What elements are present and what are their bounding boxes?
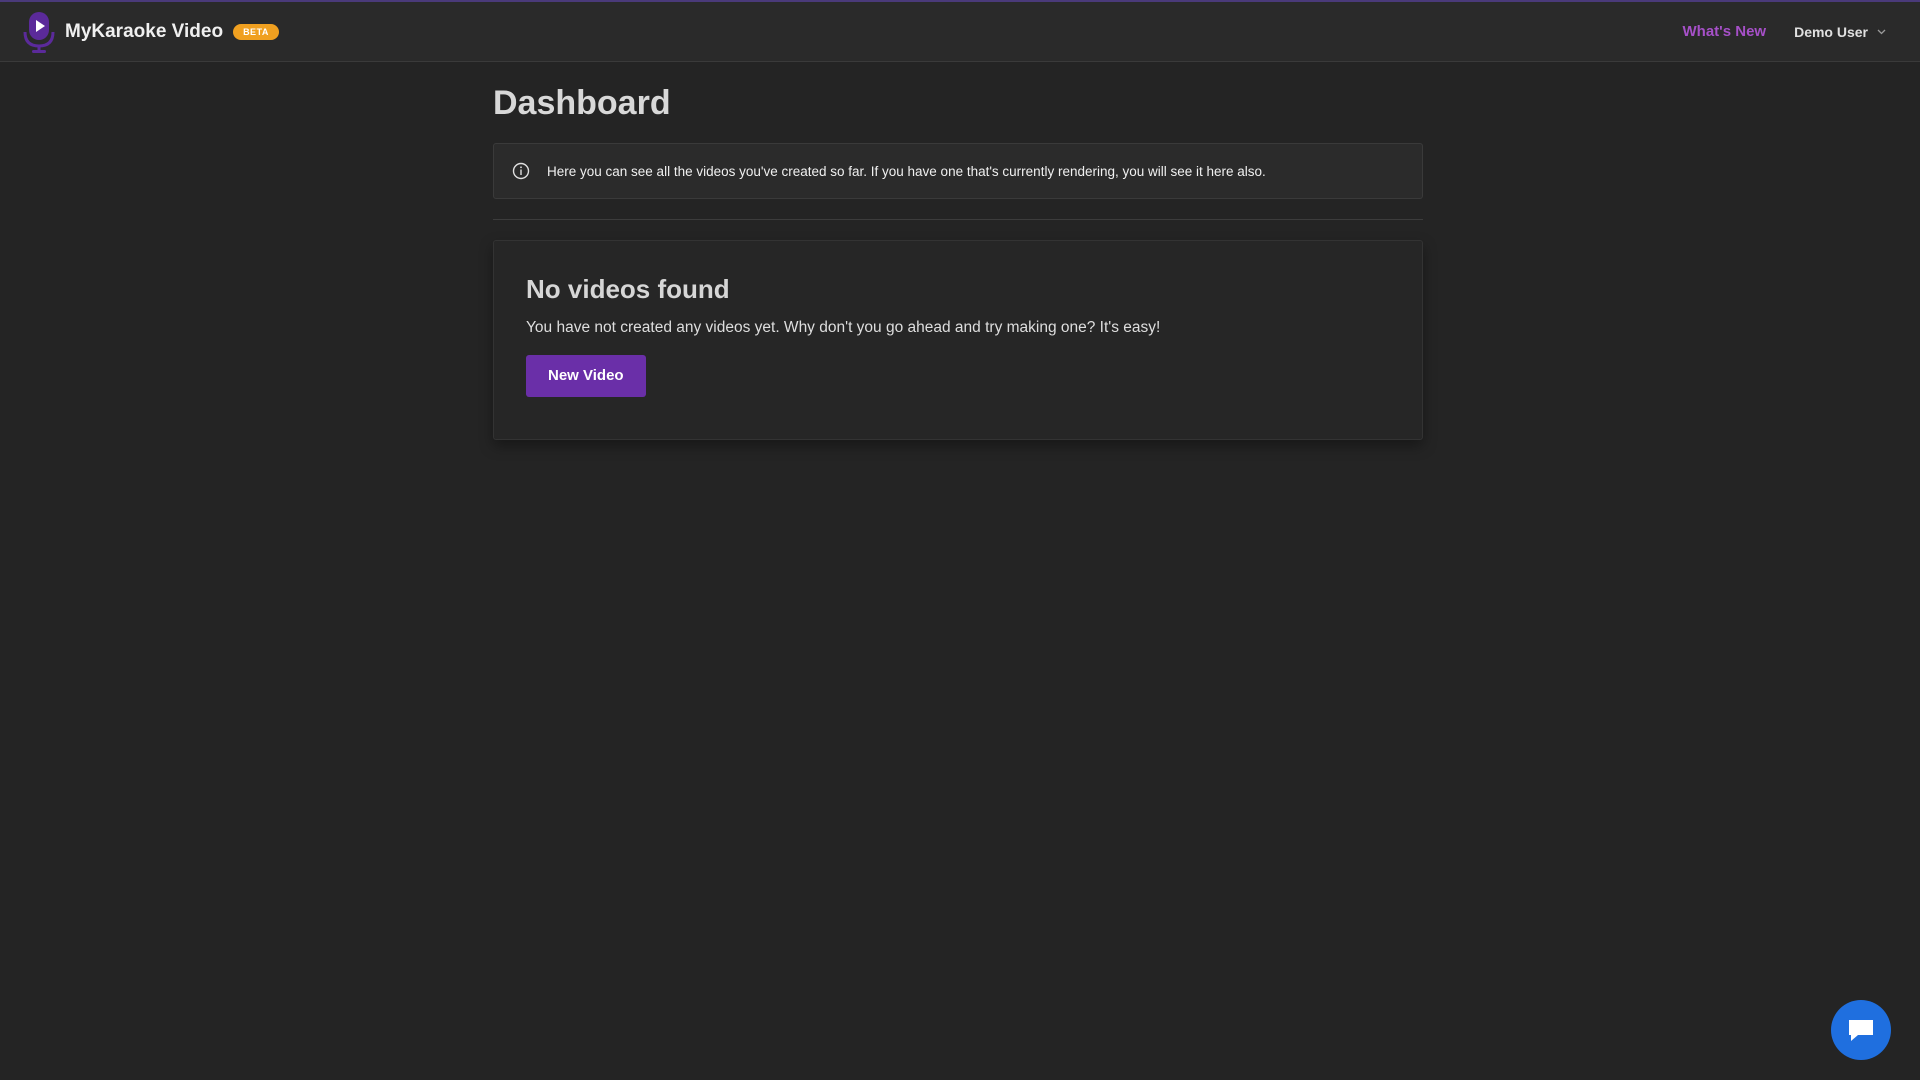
new-video-button[interactable]: New Video bbox=[526, 355, 646, 397]
empty-state-description: You have not created any videos yet. Why… bbox=[526, 319, 1161, 336]
microphone-logo-icon bbox=[23, 11, 55, 53]
whats-new-link[interactable]: What's New bbox=[1683, 23, 1767, 40]
chat-bubble-icon bbox=[1849, 1020, 1873, 1041]
empty-state-title: No videos found bbox=[526, 274, 730, 304]
page-title: Dashboard bbox=[493, 84, 671, 122]
chat-button[interactable] bbox=[1831, 1000, 1891, 1060]
top-navbar: MyKaraoke Video BETA What's New Demo Use… bbox=[0, 0, 1920, 62]
user-menu[interactable]: Demo User bbox=[1794, 24, 1886, 40]
beta-badge: BETA bbox=[233, 23, 279, 40]
brand[interactable]: MyKaraoke Video BETA bbox=[22, 10, 279, 54]
divider bbox=[493, 219, 1423, 220]
app-name: MyKaraoke Video bbox=[65, 20, 224, 42]
empty-state-card: No videos found You have not created any… bbox=[493, 240, 1423, 440]
user-name: Demo User bbox=[1794, 23, 1868, 40]
info-icon bbox=[512, 162, 530, 180]
chevron-down-icon bbox=[1877, 29, 1886, 34]
info-text: Here you can see all the videos you've c… bbox=[547, 163, 1266, 179]
info-banner: Here you can see all the videos you've c… bbox=[493, 143, 1423, 199]
main-content: Dashboard Here you can see all the video… bbox=[493, 62, 1423, 440]
